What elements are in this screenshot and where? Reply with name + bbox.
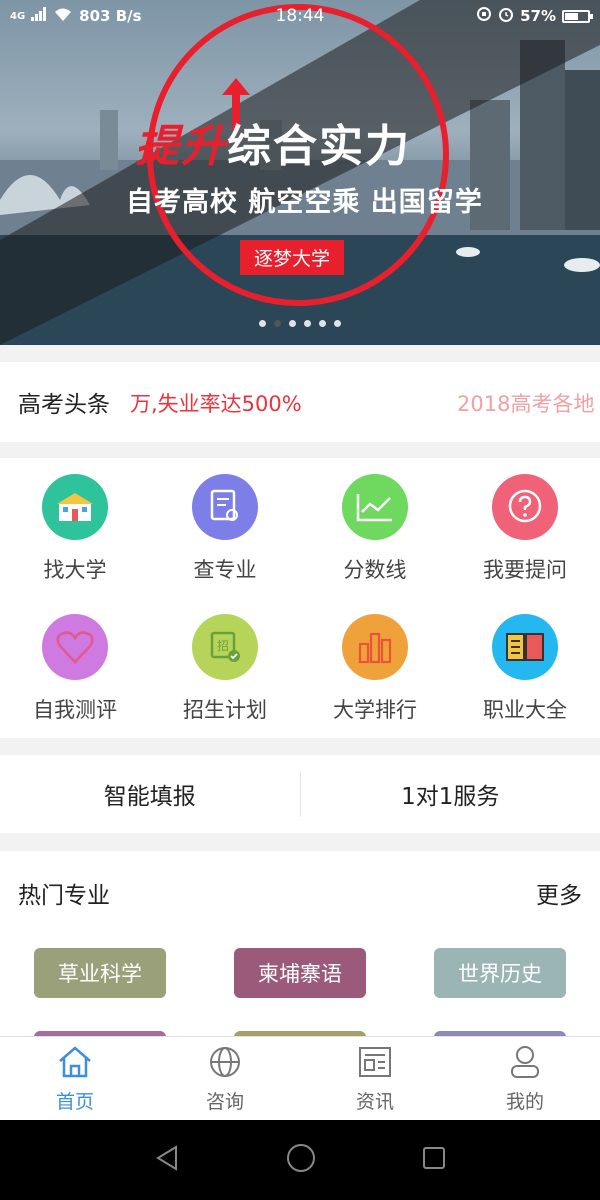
grid-item-find-university[interactable]: 找大学	[0, 458, 150, 598]
banner-subline: 自考高校 航空空乘 出国留学	[126, 187, 483, 218]
carousel-indicator[interactable]	[0, 320, 600, 327]
back-icon[interactable]	[152, 1143, 182, 1177]
grid-item-check-major[interactable]: 查专业	[150, 458, 300, 598]
enrollment-stamp-icon: 招	[192, 614, 258, 680]
grid-item-label: 找大学	[43, 558, 107, 582]
grid-item-career-encyclopedia[interactable]: 职业大全	[450, 598, 600, 738]
grid-item-label: 分数线	[343, 558, 407, 582]
major-chip[interactable]: 世界历史	[434, 948, 566, 998]
svg-text:招: 招	[217, 639, 229, 653]
banner-headline: 提升综合实力	[135, 110, 411, 174]
status-bar: 4G 803 B/s 18:44 57%	[0, 0, 600, 32]
globe-icon	[207, 1045, 243, 1083]
smart-fill-button[interactable]: 智能填报	[0, 755, 300, 833]
grid-item-self-assessment[interactable]: 自我测评	[0, 598, 150, 738]
service-bar: 智能填报 1对1服务	[0, 755, 600, 833]
ticker-label: 高考头条	[18, 392, 110, 418]
recents-icon[interactable]	[420, 1144, 448, 1176]
grid-item-label: 大学排行	[333, 698, 417, 722]
home-icon	[57, 1045, 93, 1083]
clock: 18:44	[275, 6, 325, 26]
question-bubble-icon	[492, 474, 558, 540]
one-on-one-service-button[interactable]: 1对1服务	[301, 755, 600, 833]
bottom-tab-bar: 首页 咨询 资讯 我的	[0, 1036, 600, 1120]
grid-item-label: 我要提问	[483, 558, 567, 582]
banner-carousel[interactable]: 4G 803 B/s 18:44 57% 提升综合实力 自考高校 航空空乘 出国…	[0, 0, 600, 345]
grid-item-label: 自我测评	[33, 698, 117, 722]
grid-item-ask-question[interactable]: 我要提问	[450, 458, 600, 598]
function-grid: 找大学 查专业 分数线 我要提问 自我测评 招 招生计划 大学排行 职业大全	[0, 458, 600, 738]
banner-tag: 逐梦大学	[240, 240, 345, 275]
grid-item-enrollment-plan[interactable]: 招 招生计划	[150, 598, 300, 738]
carousel-dot[interactable]	[319, 320, 326, 327]
home-circle-icon[interactable]	[285, 1142, 317, 1178]
book-icon	[492, 614, 558, 680]
tab-home[interactable]: 首页	[0, 1037, 150, 1120]
banner-headline-main: 综合实力	[227, 121, 411, 172]
carousel-dot[interactable]	[334, 320, 341, 327]
line-chart-icon	[342, 474, 408, 540]
grid-item-label: 招生计划	[183, 698, 267, 722]
major-chip[interactable]: 柬埔寨语	[234, 948, 366, 998]
grid-item-university-ranking[interactable]: 大学排行	[300, 598, 450, 738]
carousel-dot[interactable]	[304, 320, 311, 327]
headline-ticker[interactable]: 高考头条 万,失业率达500% 2018高考各地	[0, 362, 600, 442]
system-navigation-bar	[0, 1120, 600, 1200]
school-icon	[42, 474, 108, 540]
user-icon	[507, 1045, 543, 1083]
banner-headline-highlight: 提升	[135, 121, 227, 172]
news-icon	[357, 1045, 393, 1083]
bar-chart-icon	[342, 614, 408, 680]
major-chip[interactable]: 草业科学	[34, 948, 166, 998]
carousel-dot[interactable]	[259, 320, 266, 327]
tab-mine[interactable]: 我的	[450, 1037, 600, 1120]
carousel-dot[interactable]	[289, 320, 296, 327]
grid-item-label: 查专业	[193, 558, 257, 582]
heart-icon	[42, 614, 108, 680]
more-link[interactable]: 更多	[536, 876, 582, 910]
grid-item-label: 职业大全	[483, 698, 567, 722]
hot-majors-section: 热门专业 更多 草业科学 柬埔寨语 世界历史	[0, 851, 600, 1036]
ticker-item[interactable]: 2018高考各地	[457, 388, 594, 418]
tab-label: 我的	[505, 1091, 544, 1113]
tab-label: 首页	[55, 1091, 94, 1113]
certificate-icon	[192, 474, 258, 540]
section-title: 热门专业	[18, 883, 110, 909]
tab-consult[interactable]: 咨询	[150, 1037, 300, 1120]
carousel-dot[interactable]	[274, 320, 281, 327]
tab-label: 咨询	[205, 1091, 244, 1113]
grid-item-score-line[interactable]: 分数线	[300, 458, 450, 598]
tab-news[interactable]: 资讯	[300, 1037, 450, 1120]
battery-icon	[562, 9, 593, 23]
ticker-item[interactable]: 万,失业率达500%	[130, 388, 302, 418]
tab-label: 资讯	[355, 1091, 394, 1113]
